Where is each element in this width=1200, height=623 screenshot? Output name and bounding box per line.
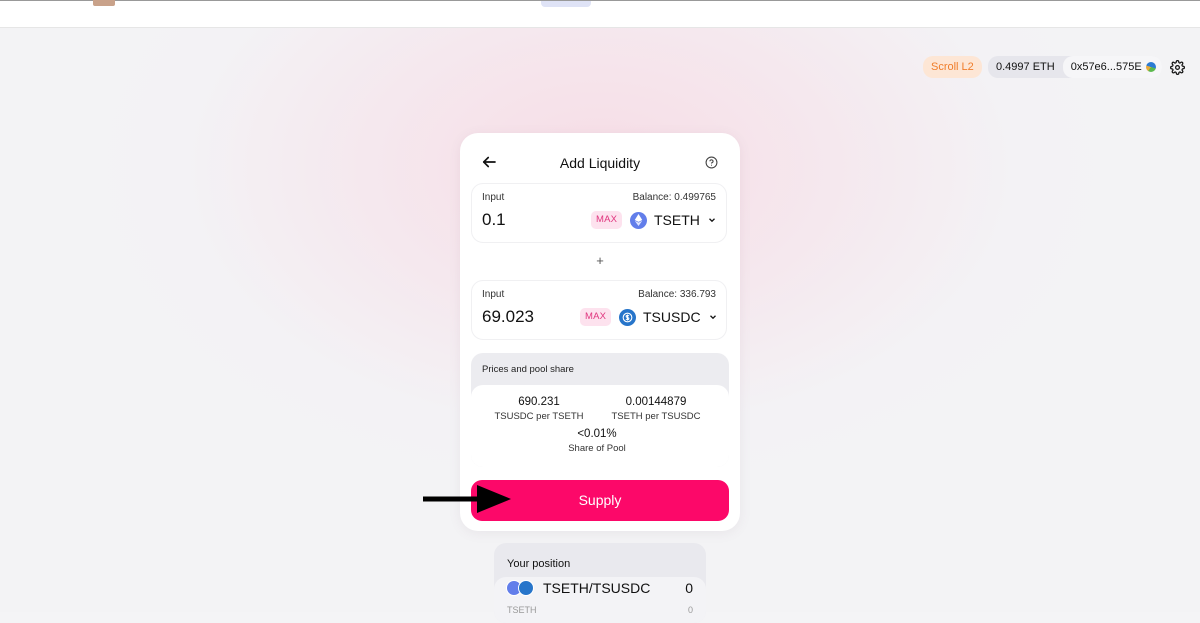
gear-icon xyxy=(1169,59,1185,75)
price-a-value: 690.231 xyxy=(518,396,560,408)
browser-top-bar xyxy=(0,0,1200,28)
usdc-logo-icon xyxy=(622,312,633,322)
input-label: Input xyxy=(482,192,505,203)
pool-share-label: Share of Pool xyxy=(568,443,626,454)
price-a-label: TSUSDC per TSETH xyxy=(494,411,584,422)
eth-token-icon xyxy=(630,211,647,229)
pool-stats: 690.231 TSUSDC per TSETH 0.00144879 TSET… xyxy=(471,385,729,467)
price-a-stat: 690.231 TSUSDC per TSETH xyxy=(479,396,599,422)
pool-share-panel: Prices and pool share 690.231 TSUSDC per… xyxy=(471,353,729,467)
max-button-b[interactable]: MAX xyxy=(580,308,612,326)
input-label: Input xyxy=(482,289,505,300)
max-button-a[interactable]: MAX xyxy=(591,211,623,229)
token-input-a: Input Balance: 0.499765 MAX TSETH xyxy=(471,183,727,243)
token-select-a[interactable]: TSETH xyxy=(630,209,717,231)
question-circle-icon[interactable] xyxy=(705,156,718,169)
token-symbol: TSETH xyxy=(654,212,700,228)
pool-panel-title: Prices and pool share xyxy=(482,364,574,375)
position-sub-label: TSETH xyxy=(507,605,537,615)
your-position-card: Your position TSETH/TSUSDC 0 TSETH 0 xyxy=(494,543,706,623)
wallet-group: 0.4997 ETH 0x57e6...575E xyxy=(988,56,1162,78)
position-sub-value: 0 xyxy=(687,605,693,615)
pool-share-stat: <0.01% Share of Pool xyxy=(537,428,657,454)
position-title: Your position xyxy=(507,558,571,570)
token-input-b: Input Balance: 336.793 MAX TSUSDC xyxy=(471,280,727,340)
pair-value: 0 xyxy=(685,580,693,596)
ethereum-logo-icon xyxy=(634,214,643,226)
price-b-value: 0.00144879 xyxy=(625,396,687,408)
add-liquidity-card: Add Liquidity Input Balance: 0.499765 MA… xyxy=(460,133,740,531)
pool-share-value: <0.01% xyxy=(577,428,617,440)
wallet-balance[interactable]: 0.4997 ETH xyxy=(988,56,1063,78)
chevron-down-icon xyxy=(709,315,716,320)
nav-tab-active[interactable] xyxy=(541,1,591,7)
usdc-token-icon xyxy=(518,580,534,596)
wallet-address-button[interactable]: 0x57e6...575E xyxy=(1062,56,1162,78)
app-logo[interactable] xyxy=(93,0,115,6)
pair-icons xyxy=(506,580,534,596)
page-title: Add Liquidity xyxy=(559,155,641,171)
settings-button[interactable] xyxy=(1166,56,1188,78)
amount-input-a[interactable] xyxy=(482,210,602,230)
arrow-right-icon xyxy=(423,485,511,513)
price-b-stat: 0.00144879 TSETH per TSUSDC xyxy=(596,396,716,422)
network-badge[interactable]: Scroll L2 xyxy=(923,56,982,78)
token-symbol: TSUSDC xyxy=(643,309,701,325)
usdc-token-icon xyxy=(619,308,636,326)
wallet-address: 0x57e6...575E xyxy=(1070,61,1142,73)
pair-name: TSETH/TSUSDC xyxy=(543,580,651,596)
avatar xyxy=(1145,62,1156,72)
input-balance: Balance: 336.793 xyxy=(638,289,716,300)
token-select-b[interactable]: TSUSDC xyxy=(619,306,718,328)
chevron-down-icon xyxy=(708,218,715,223)
input-balance: Balance: 0.499765 xyxy=(632,192,716,203)
plus-icon: + xyxy=(596,253,604,268)
price-b-label: TSETH per TSUSDC xyxy=(611,411,701,422)
